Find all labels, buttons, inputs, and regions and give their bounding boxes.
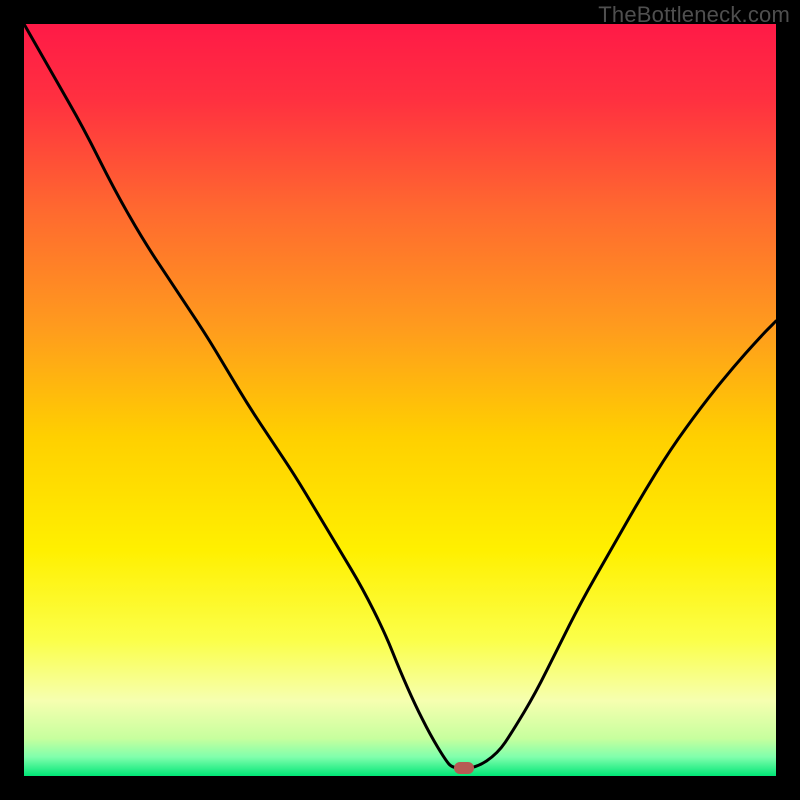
bottleneck-curve — [24, 24, 776, 776]
minimum-marker — [454, 762, 474, 774]
watermark-text: TheBottleneck.com — [598, 2, 790, 28]
chart-frame: TheBottleneck.com — [0, 0, 800, 800]
plot-area — [24, 24, 776, 776]
